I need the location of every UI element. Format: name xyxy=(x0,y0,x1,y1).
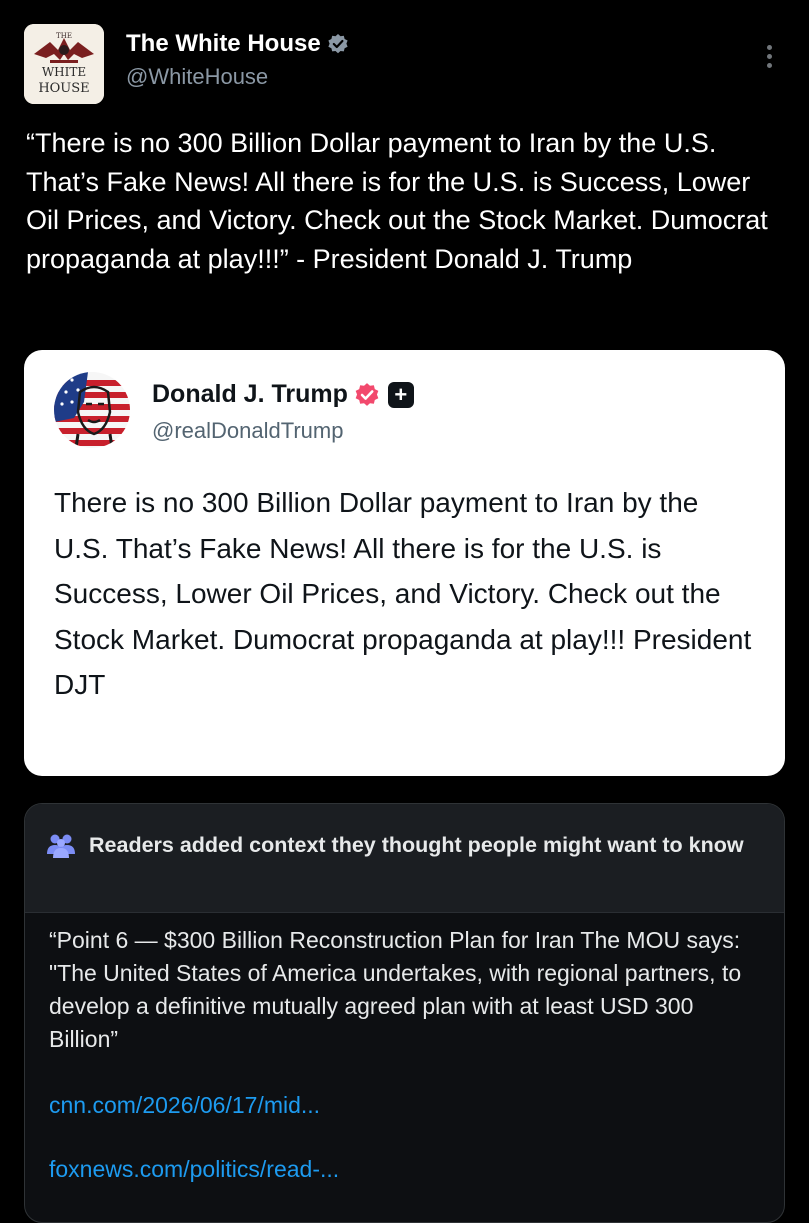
avatar-whitehouse[interactable]: THE WHITE HOUSE xyxy=(24,24,104,104)
more-dot xyxy=(766,53,772,59)
author-name[interactable]: The White House xyxy=(126,30,349,58)
avatar-trump[interactable] xyxy=(54,372,130,448)
community-note-header: Readers added context they thought peopl… xyxy=(25,804,784,913)
more-dot xyxy=(766,44,772,50)
quoted-author-handle[interactable]: @realDonaldTrump xyxy=(152,418,343,444)
note-source-link-foxnews[interactable]: foxnews.com/politics/read-... xyxy=(49,1156,339,1183)
author-handle[interactable]: @WhiteHouse xyxy=(126,64,268,90)
people-icon xyxy=(45,832,77,858)
note-source-link-cnn[interactable]: cnn.com/2026/06/17/mid... xyxy=(49,1092,320,1119)
post-text: “There is no 300 Billion Dollar payment … xyxy=(26,128,768,274)
community-note-title: Readers added context they thought peopl… xyxy=(89,833,744,857)
community-note: Readers added context they thought peopl… xyxy=(24,803,785,1223)
verified-gray-badge-icon xyxy=(327,33,349,55)
avatar-text-white: WHITE xyxy=(42,65,86,79)
quoted-author-name[interactable]: Donald J. Trump + xyxy=(152,380,414,409)
quoted-post-text: There is no 300 Billion Dollar payment t… xyxy=(54,487,752,700)
plus-badge-icon: + xyxy=(387,381,414,408)
more-vertical-icon[interactable] xyxy=(754,38,784,74)
post: THE WHITE HOUSE The White House @WhiteHo… xyxy=(0,0,809,1223)
more-dot xyxy=(766,62,772,68)
verified-red-badge-icon xyxy=(354,382,380,408)
avatar-text-house: HOUSE xyxy=(38,81,89,96)
quoted-post-card[interactable]: Donald J. Trump + @realDonaldTrump There… xyxy=(24,350,785,776)
author-name-text: The White House xyxy=(126,30,321,57)
community-note-body: “Point 6 — $300 Billion Reconstruction P… xyxy=(49,927,742,1052)
quoted-author-name-text: Donald J. Trump xyxy=(152,380,348,408)
avatar-text-the: THE xyxy=(56,32,72,40)
